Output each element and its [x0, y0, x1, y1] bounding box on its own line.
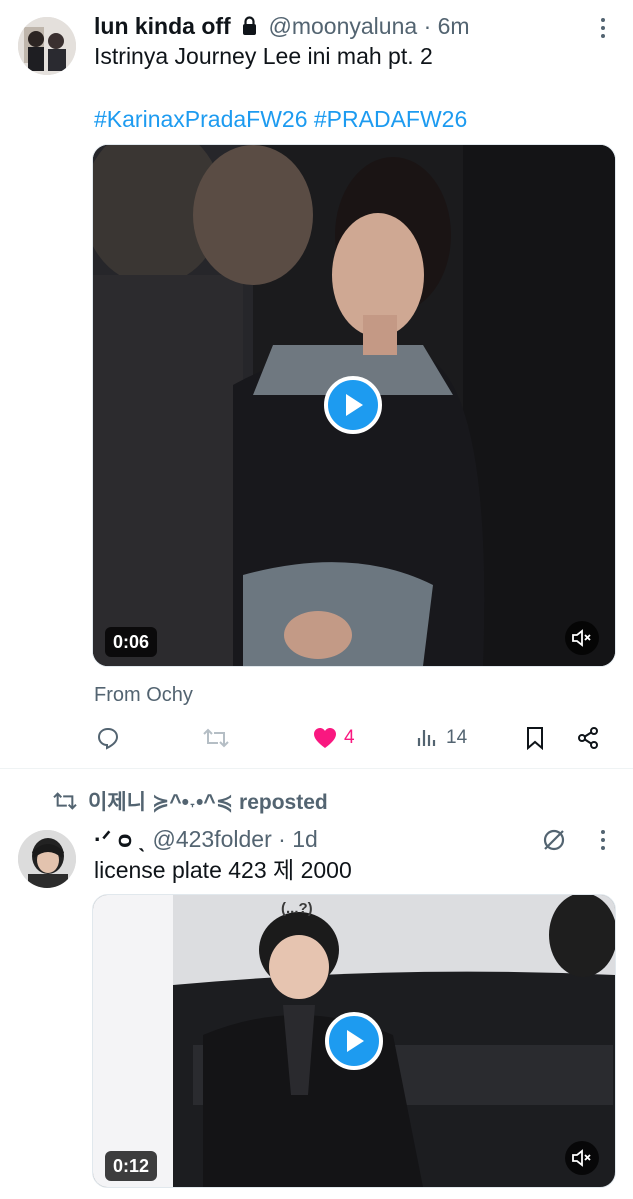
display-name[interactable]: lun kinda off	[94, 13, 231, 39]
tweet-header: lun kinda off @moonyaluna · 6m	[94, 12, 470, 42]
handle[interactable]: @moonyaluna	[269, 13, 418, 39]
mute-button[interactable]	[565, 1141, 599, 1175]
display-name[interactable]: ·ᐟ ᴑ ˎ	[94, 826, 146, 852]
heart-icon	[314, 728, 336, 748]
timestamp[interactable]: 6m	[438, 13, 470, 39]
hashtag-row: #KarinaxPradaFW26 #PRADAFW26	[94, 105, 467, 133]
tweet-text: license plate 423 제 2000	[94, 857, 352, 883]
tweet-divider	[0, 768, 633, 769]
bookmark-button[interactable]	[524, 726, 546, 750]
grok-icon[interactable]	[541, 827, 567, 853]
repost-banner[interactable]: 이제니 ≽^•˕•^≼ reposted	[52, 786, 328, 816]
timestamp[interactable]: 1d	[292, 826, 318, 852]
mute-icon	[572, 1149, 591, 1167]
views-icon	[417, 730, 436, 746]
reply-button[interactable]	[96, 726, 120, 750]
handle[interactable]: @423folder	[152, 826, 271, 852]
video-duration: 0:06	[105, 627, 158, 657]
tweet-1[interactable]: lun kinda off @moonyaluna · 6m Istrinya …	[0, 0, 633, 768]
repost-button[interactable]	[202, 726, 230, 750]
play-icon	[347, 1030, 364, 1052]
mute-button[interactable]	[565, 621, 599, 655]
video-player[interactable]: 0:06	[92, 144, 616, 667]
lock-icon	[241, 14, 258, 42]
play-icon	[346, 394, 363, 416]
play-button[interactable]	[324, 376, 382, 434]
video-source[interactable]: From Ochy	[94, 684, 193, 707]
reply-icon	[97, 727, 119, 750]
bookmark-icon	[527, 727, 543, 750]
hashtag-link[interactable]: #PRADAFW26	[314, 106, 467, 132]
views-count: 14	[446, 727, 468, 748]
avatar[interactable]	[18, 17, 76, 75]
repost-icon	[203, 728, 229, 748]
repost-icon	[53, 792, 77, 810]
views-button[interactable]: 14	[416, 726, 467, 750]
tweet-text: Istrinya Journey Lee ini mah pt. 2	[94, 43, 433, 69]
share-icon	[578, 727, 598, 749]
mute-icon	[572, 629, 591, 647]
separator: ·	[423, 13, 432, 39]
video-player[interactable]: (...?) 0:12	[92, 894, 616, 1188]
separator: ·	[278, 826, 286, 852]
more-options-icon[interactable]	[593, 14, 613, 42]
video-overlay-text: (...?)	[281, 900, 313, 917]
play-button[interactable]	[325, 1012, 383, 1070]
like-count: 4	[344, 727, 355, 748]
video-duration: 0:12	[105, 1151, 158, 1181]
share-button[interactable]	[576, 726, 600, 750]
like-button[interactable]: 4	[312, 726, 355, 750]
repost-text: 이제니 ≽^•˕•^≼ reposted	[88, 791, 328, 814]
avatar[interactable]	[18, 830, 76, 888]
tweet-header: ·ᐟ ᴑ ˎ @423folder · 1d	[94, 825, 318, 853]
more-options-icon[interactable]	[593, 826, 613, 854]
hashtag-link[interactable]: #KarinaxPradaFW26	[94, 106, 308, 132]
